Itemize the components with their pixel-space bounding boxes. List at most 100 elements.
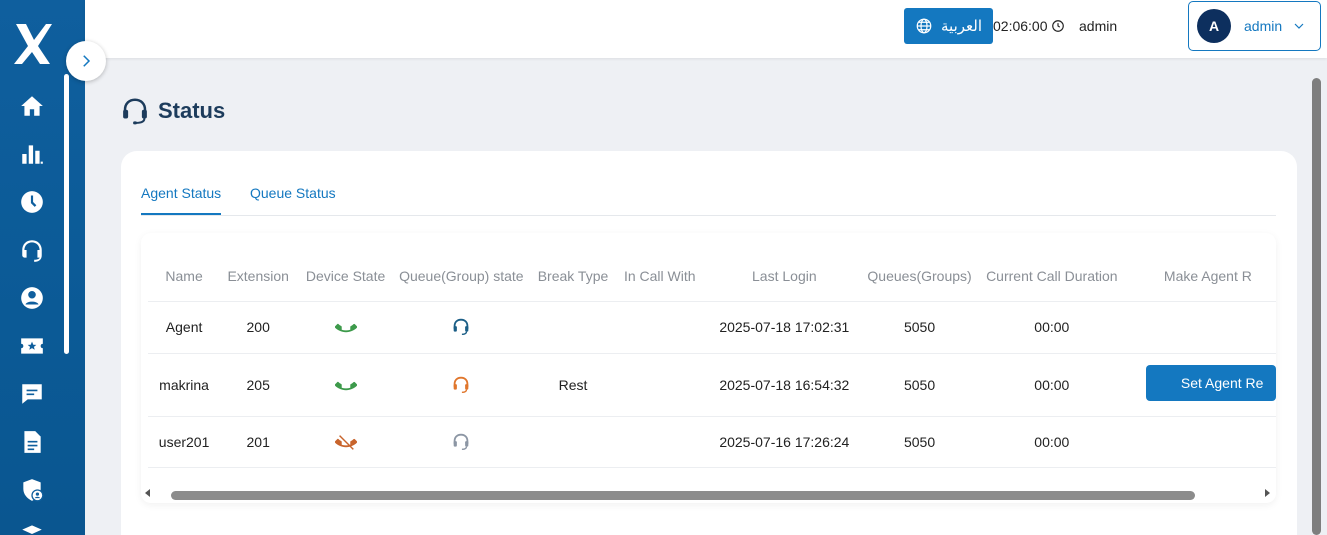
phone-unavailable-icon xyxy=(334,434,357,450)
document-icon xyxy=(24,431,41,453)
tab-bar: Agent Status Queue Status xyxy=(141,185,1276,216)
logo-icon xyxy=(14,24,52,64)
col-extension: Extension xyxy=(227,267,289,284)
tab-agent-status[interactable]: Agent Status xyxy=(141,185,222,215)
nav-reports[interactable] xyxy=(16,138,48,170)
cell-queues: 5050 xyxy=(867,300,972,353)
headset-available-icon xyxy=(453,318,469,336)
col-break-type: Break Type xyxy=(537,267,609,284)
headset-break-icon xyxy=(453,376,469,393)
col-queue-state: Queue(Group) state xyxy=(399,267,524,284)
nav-status[interactable] xyxy=(16,234,48,266)
cell-last-login: 2025-07-18 17:02:31 xyxy=(701,300,868,353)
nav-users[interactable] xyxy=(16,282,48,314)
page-scrollbar[interactable] xyxy=(1312,78,1321,535)
clock: 02:06:00 xyxy=(993,18,1065,34)
cell-extension: 205 xyxy=(220,352,297,416)
chevron-right-icon xyxy=(83,55,91,67)
col-device-state: Device State xyxy=(305,267,386,284)
avatar: A xyxy=(1197,9,1231,43)
stack-icon xyxy=(22,525,42,534)
globe-icon xyxy=(916,18,932,34)
scrollbar-thumb[interactable] xyxy=(171,491,1195,500)
table-horizontal-scrollbar[interactable] xyxy=(141,486,1276,502)
cell-extension: 201 xyxy=(220,415,297,467)
account-dropdown[interactable]: A admin xyxy=(1188,1,1321,51)
table-row: makrina 205 Rest 2025-07-18 16:54:32 505… xyxy=(148,352,1276,416)
nav-history[interactable] xyxy=(16,186,48,218)
cell-duration: 00:00 xyxy=(971,415,1132,467)
cell-queues: 5050 xyxy=(867,352,972,416)
scroll-right-arrow-icon[interactable] xyxy=(1265,489,1270,497)
cell-name: makrina xyxy=(148,352,221,416)
nav-documents[interactable] xyxy=(16,426,48,458)
cell-device-state xyxy=(296,415,395,467)
cell-in-call-with xyxy=(618,415,702,467)
cell-duration: 00:00 xyxy=(971,300,1132,353)
clock-icon xyxy=(1051,20,1064,32)
page-title: Status xyxy=(120,96,225,126)
col-duration: Current Call Duration xyxy=(986,267,1118,284)
cell-device-state xyxy=(296,352,395,416)
shield-user-icon xyxy=(23,479,44,502)
headset-icon xyxy=(22,240,42,262)
table-header: Name Extension Device State Queue(Group)… xyxy=(148,233,1276,301)
cell-name: Agent xyxy=(148,300,221,353)
top-header xyxy=(85,0,1327,58)
nav-chat[interactable] xyxy=(16,378,48,410)
sidebar-scrollbar[interactable] xyxy=(64,74,69,354)
bar-chart-icon xyxy=(22,145,43,164)
col-in-call-with: In Call With xyxy=(623,267,696,284)
cell-duration: 00:00 xyxy=(971,352,1132,416)
cell-action xyxy=(1131,300,1276,353)
scroll-left-arrow-icon[interactable] xyxy=(145,489,150,497)
chat-icon xyxy=(22,384,42,404)
cell-break-type xyxy=(527,415,619,467)
agent-table-container: Name Extension Device State Queue(Group)… xyxy=(141,233,1276,503)
agent-status-table: Name Extension Device State Queue(Group)… xyxy=(148,233,1276,468)
sidebar xyxy=(0,0,85,535)
user-icon xyxy=(21,287,43,309)
nav-security[interactable] xyxy=(16,474,48,506)
language-button[interactable]: العربية xyxy=(904,8,993,44)
cell-in-call-with xyxy=(618,300,702,353)
nav-home[interactable] xyxy=(16,90,48,122)
col-action: Make Agent R xyxy=(1163,267,1252,284)
set-agent-ready-button[interactable]: Set Agent Re xyxy=(1145,365,1276,401)
ticket-star-icon xyxy=(21,338,43,354)
cell-last-login: 2025-07-16 17:26:24 xyxy=(701,415,868,467)
tab-queue-status[interactable]: Queue Status xyxy=(250,185,336,213)
sidebar-toggle-button[interactable] xyxy=(66,41,106,81)
cell-device-state xyxy=(296,300,395,353)
status-card: Agent Status Queue Status Name Extension… xyxy=(121,151,1297,535)
cell-queue-state xyxy=(394,300,528,353)
phone-available-icon xyxy=(334,381,357,390)
table-row: user201 201 2025-07-16 17:26:24 5050 00:… xyxy=(148,415,1276,467)
chevron-down-icon xyxy=(1294,23,1304,29)
cell-break-type: Rest xyxy=(527,352,619,416)
cell-queues: 5050 xyxy=(867,415,972,467)
cell-extension: 200 xyxy=(220,300,297,353)
language-label: العربية xyxy=(941,18,982,35)
headset-offline-icon xyxy=(453,433,469,450)
cell-in-call-with xyxy=(618,352,702,416)
cell-name: user201 xyxy=(148,415,221,467)
col-last-login: Last Login xyxy=(752,267,817,284)
home-icon xyxy=(21,96,43,116)
account-name: admin xyxy=(1244,18,1283,34)
cell-action: Set Agent Re xyxy=(1131,352,1276,416)
col-queues: Queues(Groups) xyxy=(867,267,972,284)
phone-available-icon xyxy=(334,323,357,333)
cell-break-type xyxy=(527,300,619,353)
nav-tickets[interactable] xyxy=(16,330,48,362)
headset-icon xyxy=(123,98,147,125)
cell-last-login: 2025-07-18 16:54:32 xyxy=(701,352,868,416)
clock-icon xyxy=(21,191,43,213)
user-label: admin xyxy=(1079,18,1118,34)
cell-queue-state xyxy=(394,415,528,467)
col-name: Name xyxy=(165,267,203,284)
page-title-text: Status xyxy=(158,98,226,123)
cell-action xyxy=(1131,415,1276,467)
nav-more[interactable] xyxy=(16,518,48,535)
clock-value: 02:06:00 xyxy=(993,18,1048,34)
